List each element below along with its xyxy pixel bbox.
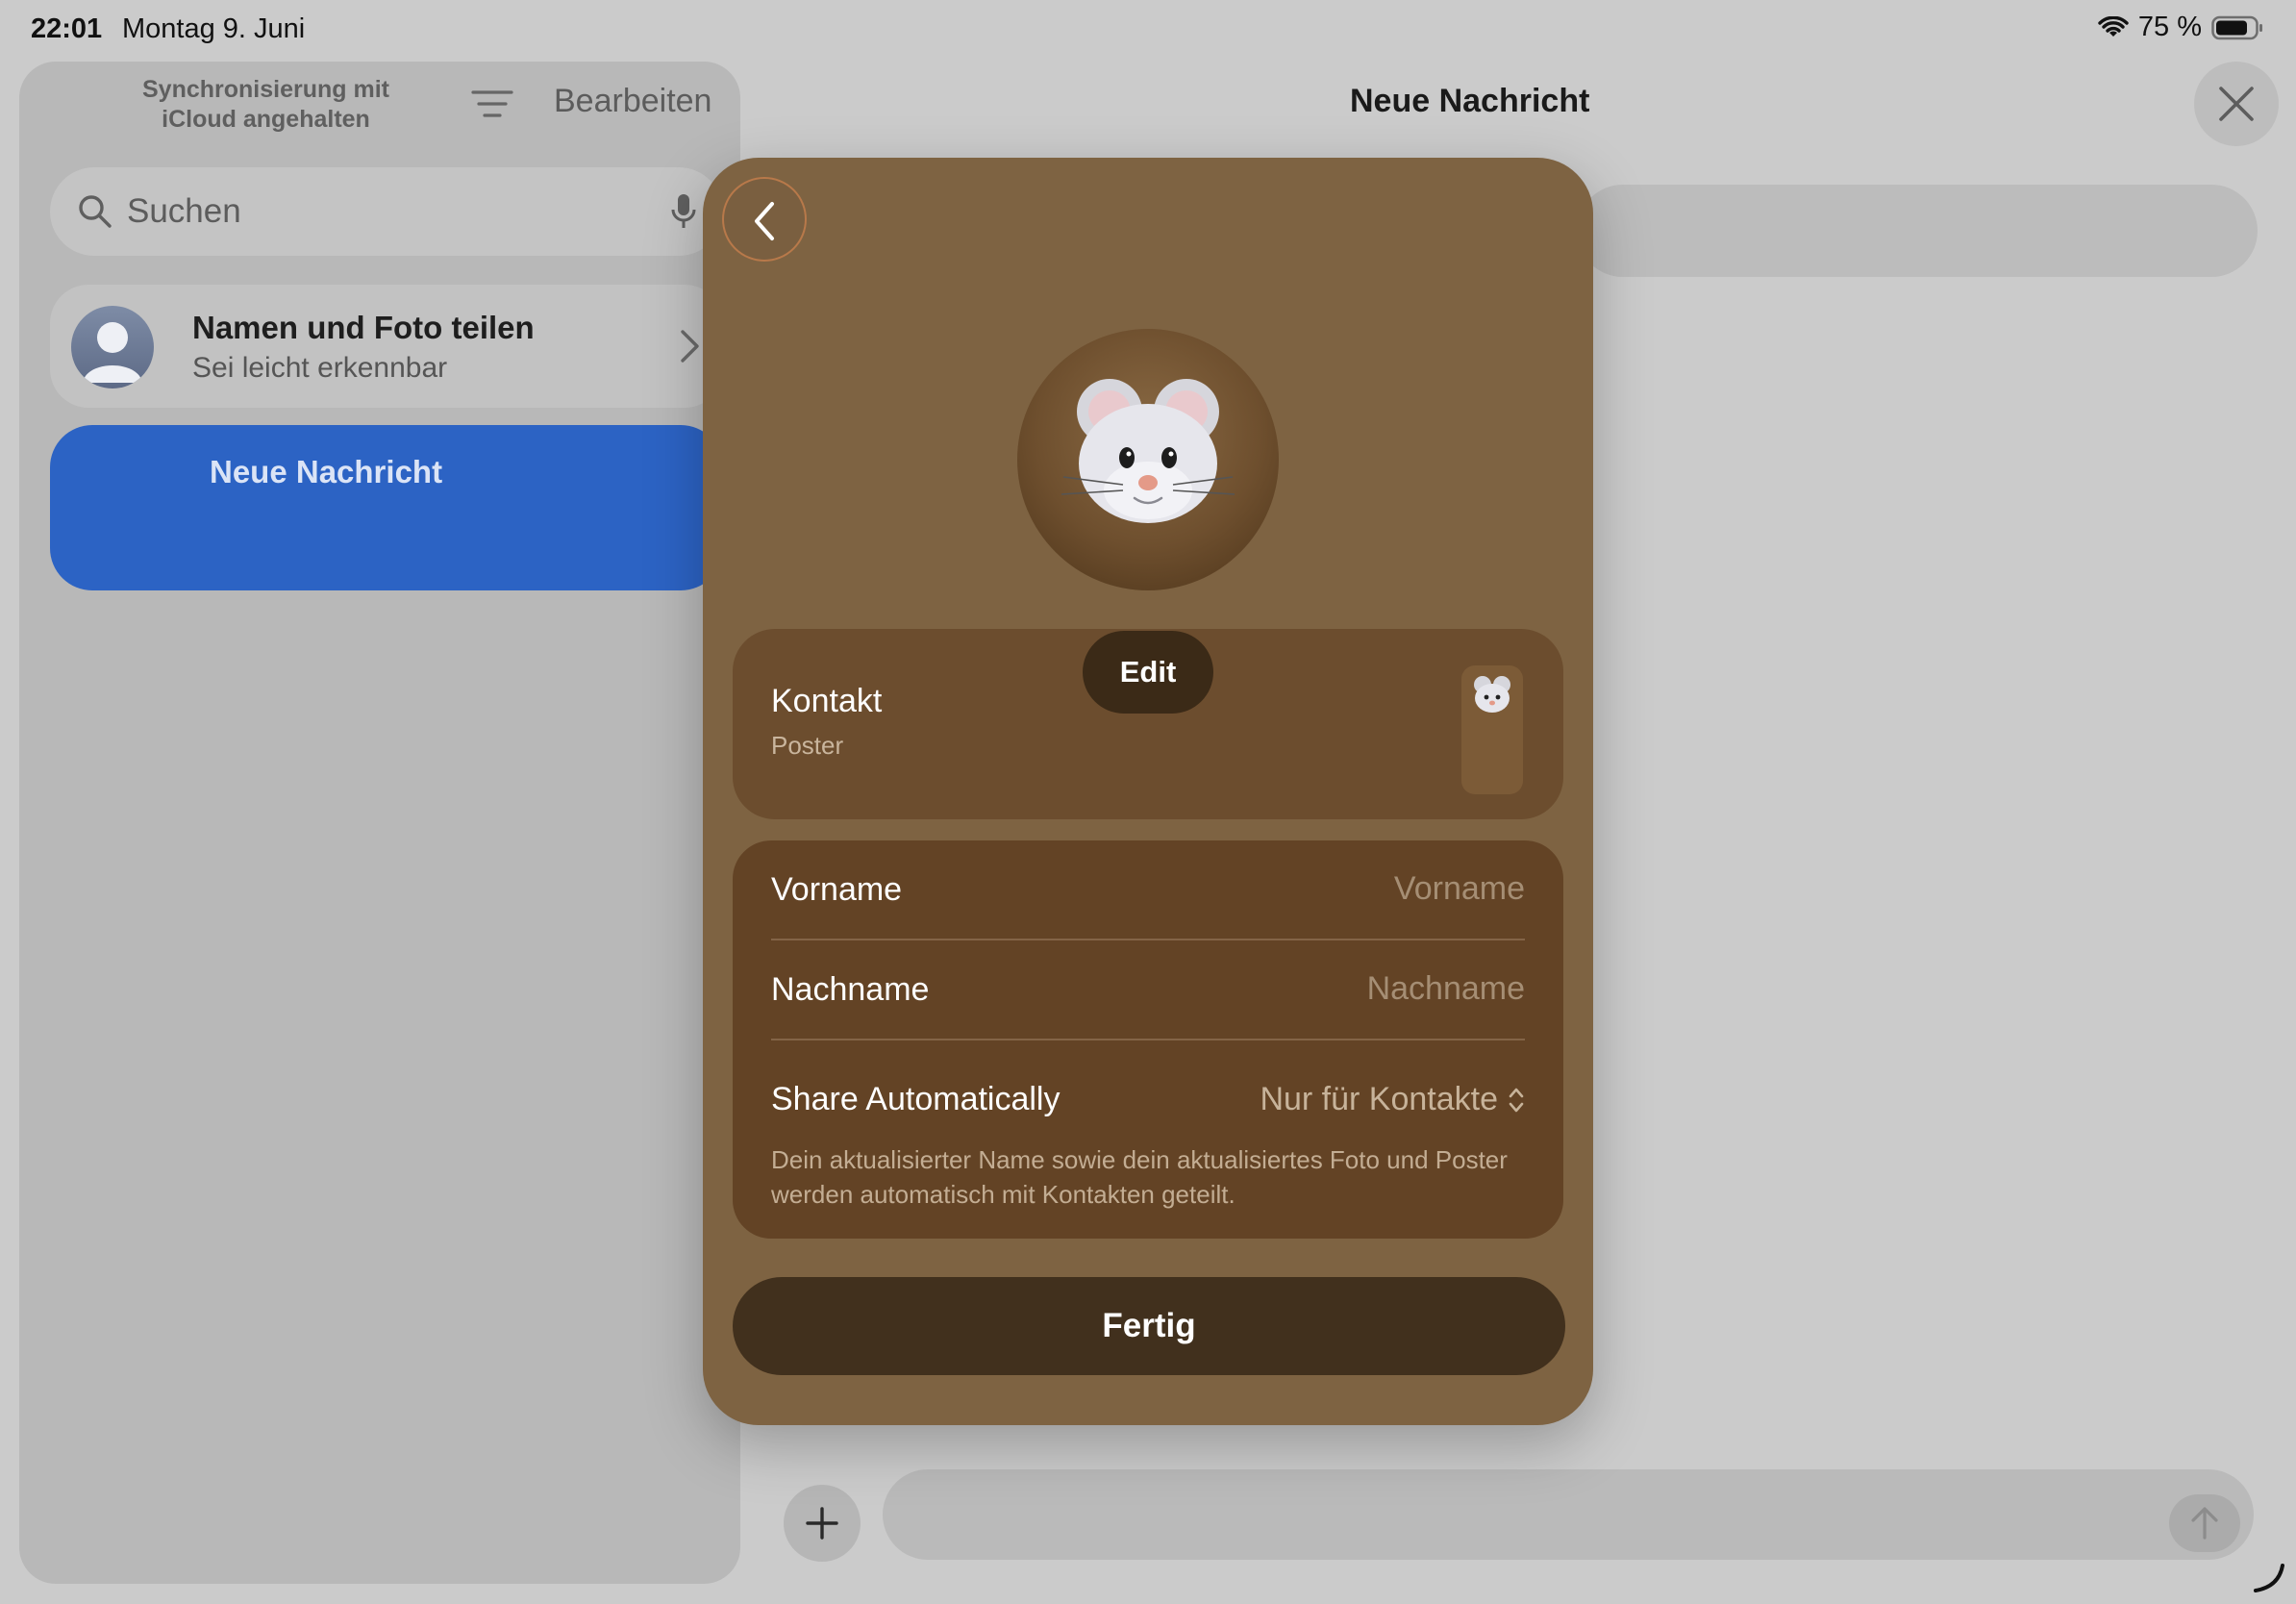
status-date: Montag 9. Juni (122, 13, 306, 44)
avatar (71, 306, 154, 388)
profile-photo[interactable] (1017, 329, 1279, 590)
mouse-thumbnail-icon (1474, 676, 1510, 713)
status-bar: 22:01 Montag 9. Juni 75 % (0, 0, 2296, 60)
message-input[interactable] (883, 1469, 2254, 1560)
last-name-row[interactable]: Nachname (771, 940, 1525, 1040)
name-form: Vorname Nachname Share Automatically Nur… (733, 840, 1563, 1239)
poster-subtitle: Poster (771, 731, 844, 760)
share-automatically-value: Nur für Kontakte (1260, 1081, 1498, 1117)
add-attachment-button[interactable] (784, 1485, 861, 1562)
chevron-right-icon (681, 330, 699, 363)
share-automatically-select[interactable]: Nur für Kontakte (1260, 1081, 1525, 1118)
edit-button[interactable]: Bearbeiten (554, 83, 711, 120)
share-note: Dein aktualisierter Name sowie dein aktu… (771, 1145, 1508, 1209)
first-name-input[interactable] (1121, 858, 1525, 919)
search-icon (79, 195, 112, 228)
page-title: Neue Nachricht (1350, 83, 1590, 119)
last-name-label: Nachname (771, 971, 930, 1008)
search-bar[interactable] (50, 167, 723, 256)
status-indicators: 75 % (2098, 12, 2263, 43)
mic-icon[interactable] (669, 192, 698, 231)
up-down-chevron-icon (1509, 1088, 1524, 1112)
share-card-title: Namen und Foto teilen (192, 310, 535, 345)
wifi-icon (2098, 15, 2129, 37)
battery-icon (2211, 15, 2262, 39)
poster-thumbnail[interactable] (1461, 665, 1523, 794)
first-name-row[interactable]: Vorname (771, 840, 1525, 940)
share-name-photo-card[interactable]: Namen und Foto teilen Sei leicht erkennb… (50, 285, 723, 408)
search-input[interactable] (127, 167, 608, 256)
conversation-label: Neue Nachricht (210, 454, 443, 489)
share-automatically-row[interactable]: Share Automatically Nur für Kontakte (771, 1050, 1525, 1150)
name-photo-sheet: Edit Kontakt Poster Vorname Nachname Sha… (703, 158, 1593, 1425)
poster-title: Kontakt (771, 683, 883, 719)
first-name-label: Vorname (771, 871, 903, 908)
share-automatically-label: Share Automatically (771, 1081, 1061, 1117)
sidebar: Synchronisierung mit iCloud angehalten B… (19, 62, 740, 1584)
filter-icon[interactable] (471, 87, 513, 121)
plus-icon (806, 1507, 838, 1540)
mouse-memoji-icon (1061, 379, 1235, 523)
person-icon (83, 322, 142, 383)
back-button[interactable] (722, 177, 807, 262)
last-name-input[interactable] (1121, 958, 1525, 1019)
close-button[interactable] (2194, 62, 2296, 146)
done-button[interactable]: Fertig (733, 1277, 1565, 1375)
send-button[interactable] (2169, 1494, 2240, 1552)
edit-photo-button[interactable]: Edit (1083, 631, 1213, 714)
conversation-item-new-message[interactable]: Neue Nachricht (50, 425, 723, 590)
sync-status: Synchronisierung mit iCloud angehalten (142, 76, 389, 133)
resize-handle-icon[interactable] (2252, 1560, 2286, 1594)
recipient-field[interactable] (1577, 185, 2258, 277)
back-chevron-icon (755, 202, 774, 240)
close-icon (2219, 87, 2254, 121)
divider (771, 1039, 1525, 1040)
send-arrow-icon (2191, 1507, 2218, 1540)
status-time: 22:01 (31, 13, 103, 44)
battery-percent: 75 % (2137, 12, 2202, 42)
share-card-subtitle: Sei leicht erkennbar (192, 352, 448, 384)
